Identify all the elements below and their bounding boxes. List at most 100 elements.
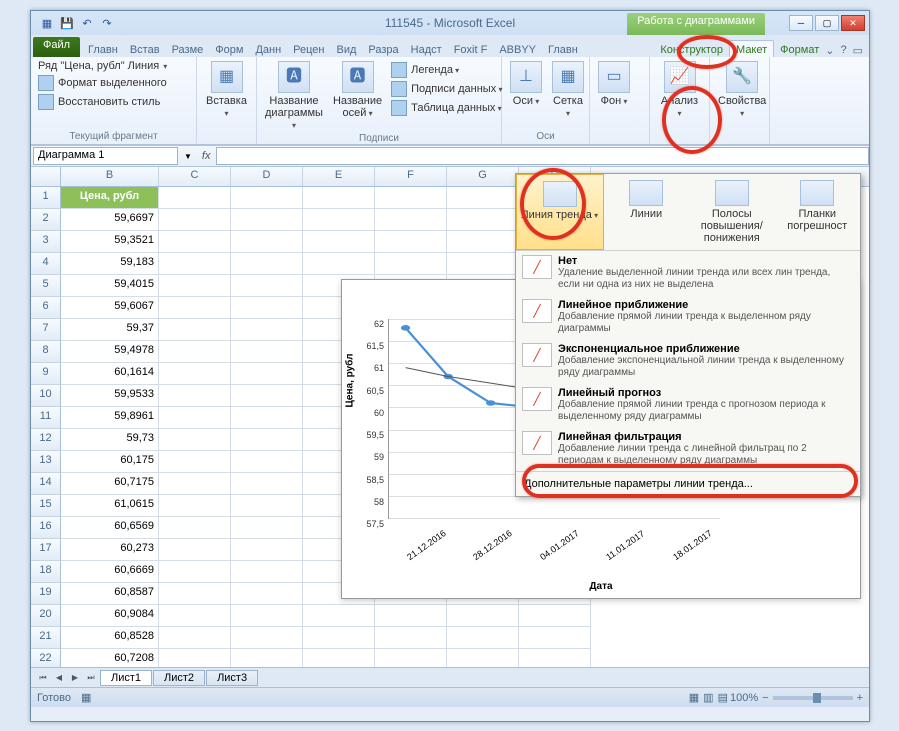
cell[interactable]: 59,183 xyxy=(61,253,159,275)
cell[interactable] xyxy=(231,627,303,649)
chart-y-axis-label[interactable]: Цена, рубл xyxy=(345,354,356,408)
cell[interactable] xyxy=(303,209,375,231)
background-button[interactable]: ▭Фон xyxy=(594,59,634,109)
undo-icon[interactable]: ↶ xyxy=(79,15,95,31)
ribbon-tab[interactable]: Данн xyxy=(249,41,287,57)
cell[interactable] xyxy=(375,253,447,275)
trendline-option[interactable]: ╱Линейная фильтрацияДобавление линии тре… xyxy=(516,427,860,471)
cell[interactable] xyxy=(159,209,231,231)
cell[interactable] xyxy=(519,627,591,649)
row-header[interactable]: 17 xyxy=(31,539,61,561)
ribbon-tab[interactable]: Главн xyxy=(542,41,584,57)
cell[interactable] xyxy=(159,583,231,605)
cell[interactable] xyxy=(159,319,231,341)
cell[interactable]: 59,4015 xyxy=(61,275,159,297)
cell[interactable]: 59,37 xyxy=(61,319,159,341)
legend-button[interactable]: Легенда xyxy=(388,61,505,79)
cell[interactable]: 60,7208 xyxy=(61,649,159,667)
trendline-option[interactable]: ╱НетУдаление выделенной линии тренда или… xyxy=(516,251,860,295)
column-header[interactable]: D xyxy=(231,167,303,186)
sheet-tab[interactable]: Лист3 xyxy=(206,670,258,686)
cell[interactable]: 59,3521 xyxy=(61,231,159,253)
cell[interactable] xyxy=(375,187,447,209)
ribbon-tab[interactable]: Вид xyxy=(331,41,363,57)
chart-title-button[interactable]: 🅰Название диаграммы xyxy=(261,59,327,133)
window-options-icon[interactable]: ▭ xyxy=(853,44,863,57)
row-header[interactable]: 16 xyxy=(31,517,61,539)
cell[interactable] xyxy=(447,605,519,627)
context-ribbon-tab[interactable]: Конструктор xyxy=(654,41,729,57)
data-table-button[interactable]: Таблица данных xyxy=(388,99,505,117)
fx-icon[interactable]: fx xyxy=(196,150,217,162)
ribbon-tab[interactable]: Встав xyxy=(124,41,166,57)
cell[interactable] xyxy=(159,605,231,627)
row-header[interactable]: 18 xyxy=(31,561,61,583)
row-header[interactable]: 4 xyxy=(31,253,61,275)
column-header[interactable]: E xyxy=(303,167,375,186)
cell[interactable] xyxy=(447,627,519,649)
cell[interactable] xyxy=(231,495,303,517)
cell[interactable] xyxy=(159,253,231,275)
chart-element-selector[interactable]: Ряд "Цена, рубл" Линия xyxy=(35,59,192,73)
cell[interactable] xyxy=(231,605,303,627)
reset-style-button[interactable]: Восстановить стиль xyxy=(35,93,192,111)
cell[interactable] xyxy=(231,539,303,561)
axes-button[interactable]: ⊥Оси xyxy=(506,59,546,109)
ribbon-tab[interactable]: Foxit F xyxy=(448,41,494,57)
ribbon-tab[interactable]: Рецен xyxy=(287,41,330,57)
row-header[interactable]: 8 xyxy=(31,341,61,363)
close-button[interactable]: ✕ xyxy=(841,15,865,31)
ribbon-tab[interactable]: ABBYY xyxy=(493,41,542,57)
cell[interactable] xyxy=(159,539,231,561)
cell[interactable] xyxy=(159,407,231,429)
ribbon-tab[interactable]: Разра xyxy=(362,41,404,57)
cell[interactable] xyxy=(231,275,303,297)
cell[interactable] xyxy=(231,429,303,451)
sheet-nav-first-icon[interactable]: ⏮ xyxy=(35,670,51,686)
cell[interactable] xyxy=(159,561,231,583)
sheet-nav-prev-icon[interactable]: ◀ xyxy=(51,670,67,686)
cell[interactable] xyxy=(159,275,231,297)
help-icon[interactable]: ? xyxy=(840,44,846,57)
row-header[interactable]: 19 xyxy=(31,583,61,605)
cell[interactable]: 60,8528 xyxy=(61,627,159,649)
cell[interactable]: 59,9533 xyxy=(61,385,159,407)
ribbon-tab[interactable]: Форм xyxy=(209,41,249,57)
cell[interactable] xyxy=(303,649,375,667)
cell[interactable]: 61,0615 xyxy=(61,495,159,517)
cell[interactable] xyxy=(375,209,447,231)
cell[interactable] xyxy=(159,297,231,319)
trendline-option[interactable]: ╱Экспоненциальное приближениеДобавление … xyxy=(516,339,860,383)
trendline-option[interactable]: ╱Линейное приближениеДобавление прямой л… xyxy=(516,295,860,339)
row-header[interactable]: 6 xyxy=(31,297,61,319)
analysis-tool-button[interactable]: Полосы повышения/понижения xyxy=(689,174,775,250)
cell[interactable] xyxy=(231,451,303,473)
cell[interactable] xyxy=(447,231,519,253)
cell[interactable]: Цена, рубл xyxy=(61,187,159,209)
cell[interactable]: 60,6669 xyxy=(61,561,159,583)
cell[interactable]: 60,6569 xyxy=(61,517,159,539)
row-header[interactable]: 20 xyxy=(31,605,61,627)
cell[interactable]: 60,1614 xyxy=(61,363,159,385)
cell[interactable] xyxy=(303,231,375,253)
row-header[interactable]: 5 xyxy=(31,275,61,297)
row-header[interactable]: 21 xyxy=(31,627,61,649)
cell[interactable] xyxy=(159,385,231,407)
cell[interactable] xyxy=(231,517,303,539)
analysis-tool-button[interactable]: Линия тренда xyxy=(516,174,604,250)
cell[interactable] xyxy=(159,473,231,495)
ribbon-tab[interactable]: Разме xyxy=(166,41,210,57)
analysis-tool-button[interactable]: Линии xyxy=(604,174,690,250)
cell[interactable] xyxy=(519,605,591,627)
ribbon-tab[interactable]: Надст xyxy=(405,41,448,57)
save-icon[interactable]: 💾 xyxy=(59,15,75,31)
view-normal-icon[interactable]: ▦ xyxy=(689,691,699,704)
row-header[interactable]: 12 xyxy=(31,429,61,451)
cell[interactable] xyxy=(519,649,591,667)
cell[interactable] xyxy=(159,451,231,473)
cell[interactable] xyxy=(231,297,303,319)
row-header[interactable]: 1 xyxy=(31,187,61,209)
view-pagebreak-icon[interactable]: ▤ xyxy=(718,691,728,704)
formula-input[interactable] xyxy=(216,147,869,165)
row-header[interactable]: 2 xyxy=(31,209,61,231)
